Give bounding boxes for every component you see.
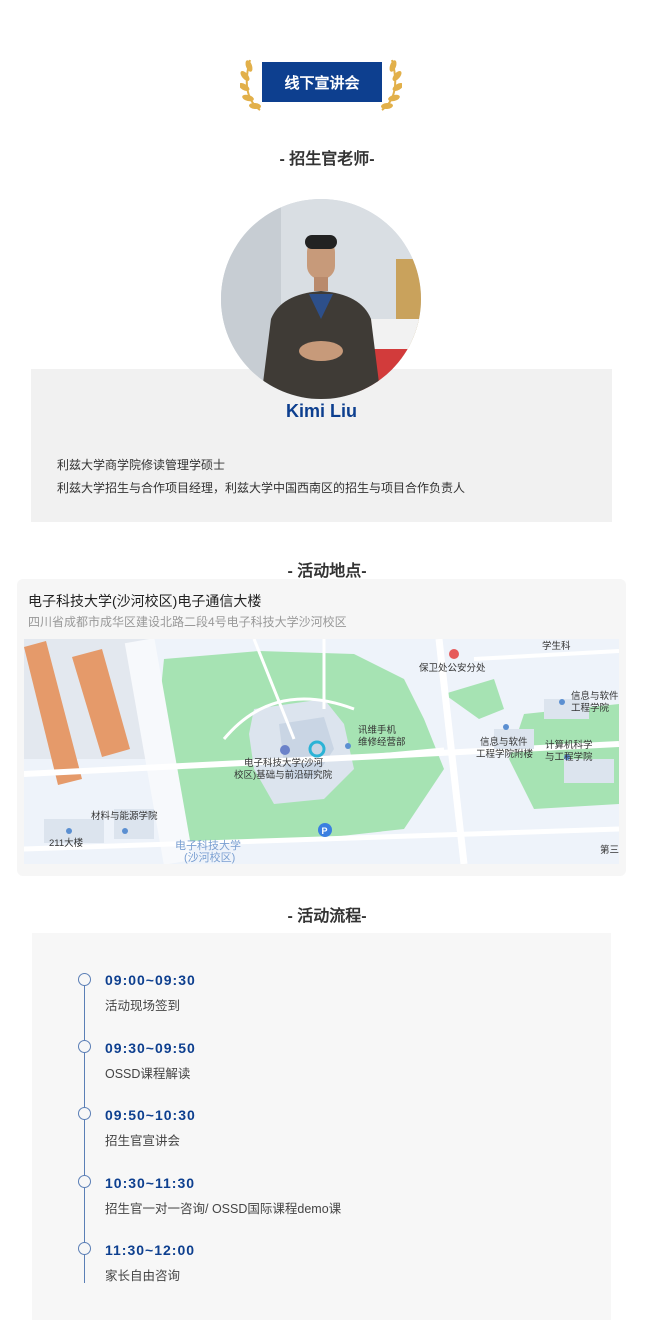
schedule-desc: OSSD课程解读: [105, 1067, 191, 1081]
timeline-dot: [78, 1107, 91, 1120]
header-badge: 线下宣讲会: [240, 52, 402, 112]
location-section-title: - 活动地点-: [287, 563, 367, 580]
schedule-time: 09:00~09:30: [105, 972, 196, 988]
map-label: 保卫处公安分处: [419, 663, 486, 674]
map-label: 与工程学院: [545, 752, 593, 763]
timeline-dot: [78, 1040, 91, 1053]
map-label: 第三: [600, 845, 619, 856]
schedule-time: 09:30~09:50: [105, 1040, 196, 1056]
timeline-dot: [78, 1242, 91, 1255]
teacher-bio-line: 利兹大学商学院修读管理学硕士: [57, 458, 226, 472]
schedule-time: 09:50~10:30: [105, 1107, 196, 1123]
timeline-line: [84, 981, 85, 1283]
badge-label: 线下宣讲会: [262, 62, 382, 102]
location-map[interactable]: P 学生科 保卫处公安分处 信息与软件 工程学院 讯维手机 维修经营部 电子科技…: [24, 639, 619, 864]
timeline-dot: [78, 1175, 91, 1188]
timeline-dot: [78, 973, 91, 986]
map-label: 材料与能源学院: [91, 811, 158, 822]
schedule-desc: 招生官宣讲会: [105, 1134, 181, 1148]
map-label: 工程学院: [571, 703, 610, 714]
teacher-bio-line: 利兹大学招生与合作项目经理，利兹大学中国西南区的招生与项目合作负责人: [57, 481, 466, 495]
map-label: 电子科技大学: [175, 840, 241, 852]
schedule-card: 09:00~09:30 活动现场签到 09:30~09:50 OSSD课程解读 …: [32, 933, 611, 1320]
schedule-section-title: - 活动流程-: [287, 908, 367, 925]
map-label: 211大楼: [49, 838, 84, 849]
location-address: 四川省成都市成华区建设北路二段4号电子科技大学沙河校区: [28, 615, 347, 629]
map-label: 学生科: [542, 641, 571, 652]
teacher-section-title: - 招生官老师-: [279, 151, 375, 168]
schedule-desc: 家长自由咨询: [105, 1269, 181, 1283]
map-label: 讯维手机: [358, 725, 397, 736]
map-label: 电子科技大学(沙河: [244, 758, 324, 769]
map-label: 校区)基础与前沿研究院: [234, 770, 333, 781]
location-card[interactable]: 电子科技大学(沙河校区)电子通信大楼 四川省成都市成华区建设北路二段4号电子科技…: [17, 579, 626, 876]
map-label: 计算机科学: [545, 740, 593, 751]
location-name: 电子科技大学(沙河校区)电子通信大楼: [28, 593, 262, 609]
teacher-name: Kimi Liu: [286, 401, 357, 421]
schedule-desc: 招生官一对一咨询/ OSSD国际课程demo课: [105, 1202, 342, 1216]
teacher-avatar: [221, 199, 421, 399]
schedule-time: 11:30~12:00: [105, 1242, 196, 1258]
schedule-desc: 活动现场签到: [105, 999, 181, 1013]
schedule-time: 10:30~11:30: [105, 1175, 196, 1191]
laurel-icon: [381, 59, 402, 111]
map-label: 维修经营部: [358, 737, 406, 748]
map-label: 信息与软件: [480, 737, 528, 748]
map-label: (沙河校区): [184, 852, 236, 864]
map-label: 工程学院附楼: [476, 749, 534, 760]
svg-text:P: P: [322, 826, 328, 836]
map-label: 信息与软件: [571, 691, 619, 702]
